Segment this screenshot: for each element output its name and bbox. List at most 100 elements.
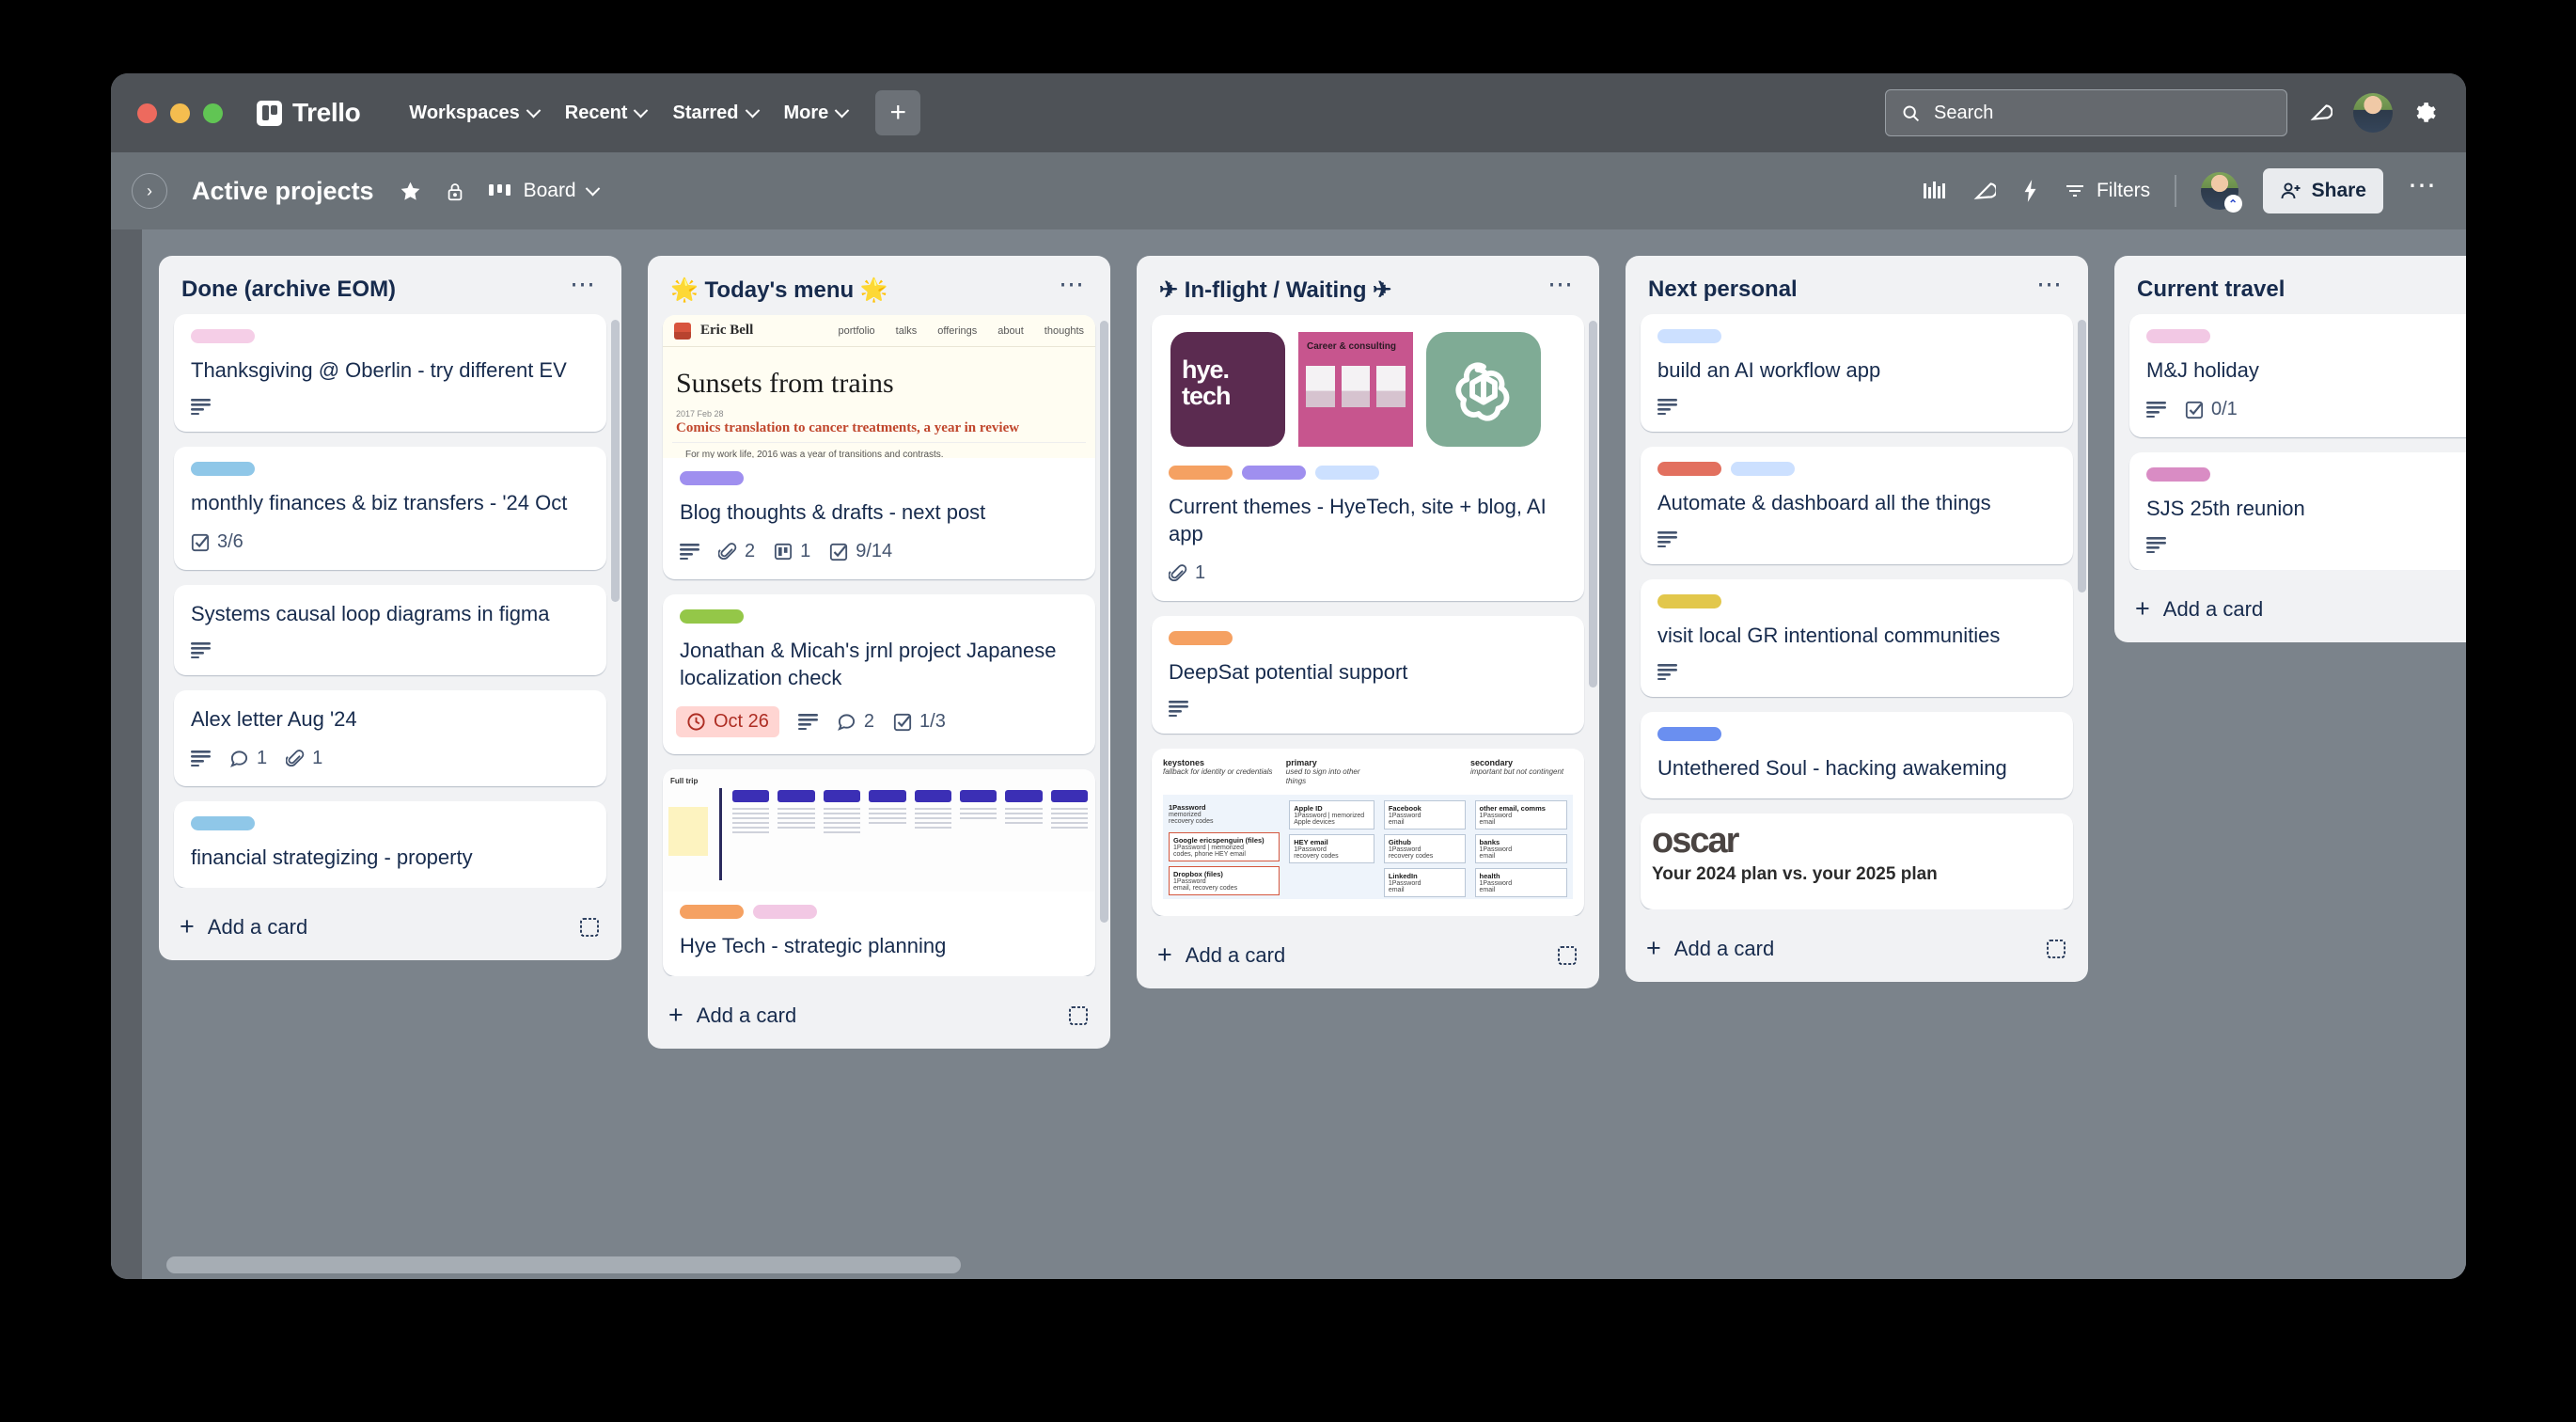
card-template-icon[interactable] bbox=[2045, 938, 2067, 960]
label-lightblue[interactable] bbox=[1657, 329, 1721, 343]
item-line: codes, phone HEY email bbox=[1173, 850, 1246, 858]
list-scrollbar[interactable] bbox=[1589, 321, 1597, 687]
window-traffic-lights bbox=[137, 103, 223, 123]
list-header: 🌟 Today's menu 🌟 ⋯ bbox=[648, 256, 1110, 315]
maximize-window-button[interactable] bbox=[203, 103, 223, 123]
expand-sidebar-button[interactable]: › bbox=[132, 173, 167, 209]
add-card-button[interactable]: + Add a card bbox=[1646, 936, 1774, 961]
nav-item-recent[interactable]: Recent bbox=[552, 93, 660, 134]
notifications-bell-icon[interactable] bbox=[2308, 101, 2333, 125]
list-scrollbar[interactable] bbox=[2078, 320, 2086, 592]
lock-icon[interactable] bbox=[445, 181, 465, 202]
list-menu-button[interactable]: ⋯ bbox=[1538, 271, 1579, 299]
nav-item-workspaces[interactable]: Workspaces bbox=[396, 93, 551, 134]
card[interactable]: monthly finances & biz transfers - '24 O… bbox=[174, 447, 606, 571]
label-purple[interactable] bbox=[1242, 466, 1306, 480]
card[interactable]: oscar Your 2024 plan vs. your 2025 plan bbox=[1641, 814, 2073, 910]
label-blue[interactable] bbox=[1657, 727, 1721, 742]
card-template-icon[interactable] bbox=[578, 916, 601, 939]
minimize-window-button[interactable] bbox=[170, 103, 190, 123]
cover-nav-item: talks bbox=[895, 324, 918, 337]
card-template-icon[interactable] bbox=[1067, 1004, 1090, 1027]
card-cover-three-logos: hye. tech Career & consulting bbox=[1152, 315, 1584, 452]
item-line: memorized bbox=[1169, 811, 1202, 818]
label-sky[interactable] bbox=[191, 462, 255, 477]
close-window-button[interactable] bbox=[137, 103, 157, 123]
search-input[interactable]: Search bbox=[1885, 89, 2287, 136]
star-icon[interactable] bbox=[399, 180, 422, 203]
card-cover-oscar-plan: oscar Your 2024 plan vs. your 2025 plan bbox=[1641, 814, 2073, 893]
label-lightblue[interactable] bbox=[1731, 462, 1795, 477]
label-red[interactable] bbox=[1657, 462, 1721, 477]
list-scrollbar[interactable] bbox=[611, 320, 620, 602]
board-count: 1 bbox=[800, 541, 811, 562]
label-pink[interactable] bbox=[753, 905, 817, 920]
card[interactable]: hye. tech Career & consulting Current th… bbox=[1152, 315, 1584, 602]
card-title: Automate & dashboard all the things bbox=[1657, 491, 1991, 515]
list-scrollbar[interactable] bbox=[1100, 321, 1108, 923]
share-button[interactable]: Share bbox=[2262, 168, 2383, 213]
label-sky[interactable] bbox=[191, 816, 255, 831]
card-title: Blog thoughts & drafts - next post bbox=[680, 500, 986, 524]
due-date-badge[interactable]: Oct 26 bbox=[676, 706, 779, 738]
add-card-label: Add a card bbox=[1673, 936, 1775, 960]
card[interactable]: keystones fallback for identity or crede… bbox=[1152, 749, 1584, 917]
card[interactable]: Eric Bell portfolio talks offerings abou… bbox=[663, 315, 1095, 580]
checklist-badge: 0/1 bbox=[2185, 399, 2238, 420]
board-member-avatar[interactable]: ⌃ bbox=[2200, 172, 2242, 213]
card[interactable]: Automate & dashboard all the things bbox=[1641, 447, 2073, 565]
card[interactable]: DeepSat potential support bbox=[1152, 616, 1584, 735]
card[interactable]: Untethered Soul - hacking awakeming bbox=[1641, 712, 2073, 799]
add-card-button[interactable]: + Add a card bbox=[2135, 596, 2263, 622]
filters-button[interactable]: Filters bbox=[2064, 180, 2150, 202]
label-yellow[interactable] bbox=[1657, 594, 1721, 609]
board-insights-icon[interactable] bbox=[1922, 179, 1947, 203]
card[interactable]: Systems causal loop diagrams in figma bbox=[174, 585, 606, 676]
label-purple[interactable] bbox=[680, 471, 744, 485]
board-view-selector[interactable]: Board bbox=[488, 180, 600, 202]
card[interactable]: Thanksgiving @ Oberlin - try different E… bbox=[174, 314, 606, 433]
gear-icon[interactable] bbox=[2413, 101, 2438, 125]
scrollbar-thumb[interactable] bbox=[166, 1256, 961, 1273]
card[interactable]: SJS 25th reunion bbox=[2129, 452, 2466, 571]
add-card-button[interactable]: + Add a card bbox=[180, 914, 307, 940]
label-orange[interactable] bbox=[1169, 631, 1233, 646]
label-pink[interactable] bbox=[191, 329, 255, 343]
nav-item-starred[interactable]: Starred bbox=[659, 93, 770, 134]
rocket-icon[interactable] bbox=[1971, 179, 1996, 203]
list-menu-button[interactable]: ⋯ bbox=[560, 271, 601, 299]
nav-label: Recent bbox=[564, 102, 628, 123]
card[interactable]: build an AI workflow app bbox=[1641, 314, 2073, 433]
create-button[interactable]: + bbox=[875, 90, 921, 135]
card[interactable]: financial strategizing - property bbox=[174, 801, 606, 889]
cover-nav-item: portfolio bbox=[838, 324, 875, 337]
label-green[interactable] bbox=[680, 609, 744, 624]
diagram-item: health 1Password email bbox=[1474, 867, 1567, 897]
label-orange[interactable] bbox=[680, 905, 744, 920]
label-pink[interactable] bbox=[2146, 329, 2210, 343]
card[interactable]: Jonathan & Micah's jrnl project Japanese… bbox=[663, 594, 1095, 755]
attachment-count: 1 bbox=[1195, 562, 1206, 584]
list-cards: M&J holiday 0/1 SJS 25th reunion bbox=[2114, 314, 2466, 571]
card-template-icon[interactable] bbox=[1556, 944, 1579, 967]
card[interactable]: Alex letter Aug '24 1 1 bbox=[174, 690, 606, 787]
card[interactable]: Full trip Hye Tech - strategic planning bbox=[663, 769, 1095, 977]
card[interactable]: visit local GR intentional communities bbox=[1641, 579, 2073, 698]
board-overflow-menu-button[interactable]: ⋯ bbox=[2408, 172, 2438, 201]
trello-logo[interactable]: Trello bbox=[257, 98, 361, 128]
add-card-button[interactable]: + Add a card bbox=[668, 1003, 796, 1028]
nav-item-more[interactable]: More bbox=[771, 93, 861, 134]
label-lightblue[interactable] bbox=[1315, 466, 1379, 480]
add-card-button[interactable]: + Add a card bbox=[1157, 942, 1285, 968]
label-magenta[interactable] bbox=[2146, 467, 2210, 482]
list-menu-button[interactable]: ⋯ bbox=[2027, 271, 2067, 299]
description-icon bbox=[680, 544, 699, 561]
list-menu-button[interactable]: ⋯ bbox=[1049, 271, 1090, 299]
card-title: Jonathan & Micah's jrnl project Japanese… bbox=[680, 639, 1057, 690]
card[interactable]: M&J holiday 0/1 bbox=[2129, 314, 2466, 438]
automation-bolt-icon[interactable] bbox=[2020, 179, 2039, 203]
cover-nav-item: thoughts bbox=[1044, 324, 1084, 337]
board-horizontal-scrollbar[interactable] bbox=[142, 1251, 2466, 1279]
label-orange[interactable] bbox=[1169, 466, 1233, 480]
avatar[interactable] bbox=[2353, 93, 2393, 133]
